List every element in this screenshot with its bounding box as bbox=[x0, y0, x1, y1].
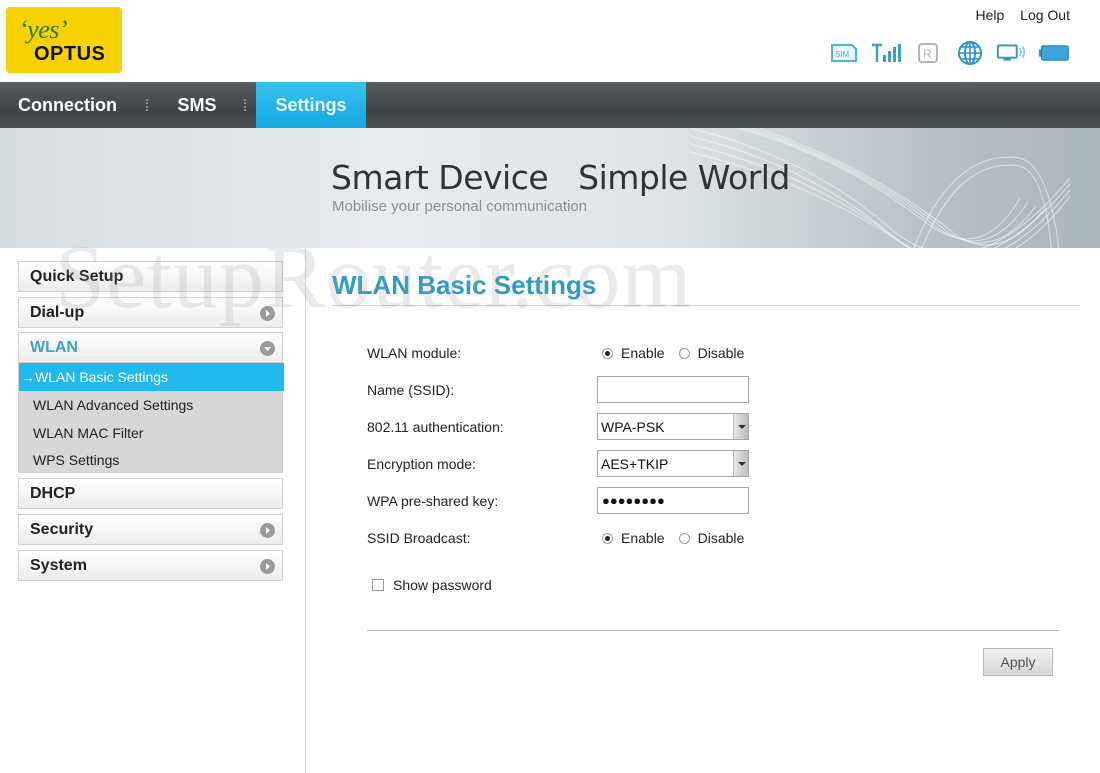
svg-text:SIM: SIM bbox=[835, 50, 850, 59]
banner-headline: Smart Device Simple World bbox=[331, 158, 790, 197]
radio-option-label: Enable bbox=[621, 530, 665, 546]
ssid-broadcast-label: SSID Broadcast: bbox=[367, 530, 471, 546]
sidebar-item-dial-up[interactable]: Dial-up bbox=[18, 297, 283, 328]
nav-separator bbox=[244, 99, 246, 111]
show-password-row: Show password bbox=[372, 577, 492, 593]
radio-option-label: Disable bbox=[697, 530, 745, 546]
battery-icon bbox=[1038, 40, 1070, 66]
roaming-icon: R bbox=[912, 40, 944, 66]
wlan-module-radio-group: Enable Disable bbox=[602, 345, 758, 361]
chevron-down-icon bbox=[260, 341, 275, 356]
status-icons: SIM R bbox=[828, 40, 1070, 66]
banner-tagline: Mobilise your personal communication bbox=[332, 198, 588, 215]
ssid-label: Name (SSID): bbox=[367, 382, 455, 398]
encryption-label: Encryption mode: bbox=[367, 456, 476, 472]
sidebar-item-label: Quick Setup bbox=[30, 268, 124, 285]
ssid-input[interactable] bbox=[597, 376, 749, 403]
sim-icon: SIM bbox=[828, 40, 860, 66]
internet-globe-icon bbox=[954, 40, 986, 66]
wlan-module-label: WLAN module: bbox=[367, 345, 462, 361]
wlan-submenu: →WLAN Basic Settings WLAN Advanced Setti… bbox=[18, 362, 284, 474]
title-divider bbox=[332, 305, 1080, 306]
chevron-right-icon bbox=[260, 306, 275, 321]
banner: Smart Device Simple World Mobilise your … bbox=[0, 128, 1100, 248]
tab-settings[interactable]: Settings bbox=[256, 82, 366, 128]
dropdown-arrow-icon bbox=[733, 414, 748, 439]
sidebar-item-label: DHCP bbox=[30, 485, 76, 502]
sidebar-item-dhcp[interactable]: DHCP bbox=[18, 478, 283, 509]
submenu-wlan-advanced-settings[interactable]: WLAN Advanced Settings bbox=[19, 391, 284, 419]
sidebar-item-wlan[interactable]: WLAN bbox=[18, 332, 283, 363]
radio-option-label: Disable bbox=[697, 345, 745, 361]
svg-text:R: R bbox=[923, 47, 932, 61]
wifi-device-icon bbox=[996, 40, 1028, 66]
wlan-module-enable-radio[interactable] bbox=[602, 347, 613, 359]
main-nav: Connection SMS Settings bbox=[0, 82, 1100, 128]
psk-label: WPA pre-shared key: bbox=[367, 493, 499, 509]
ssid-broadcast-disable-radio[interactable] bbox=[678, 532, 690, 544]
encryption-value: AES+TKIP bbox=[601, 456, 669, 472]
radio-option-label: Enable bbox=[621, 345, 665, 361]
header: ‘yes’ OPTUS Help Log Out SIM R bbox=[0, 0, 1100, 82]
show-password-label: Show password bbox=[393, 577, 492, 593]
authentication-value: WPA-PSK bbox=[601, 419, 665, 435]
optus-logo: ‘yes’ OPTUS bbox=[6, 7, 122, 73]
sidebar-item-quick-setup[interactable]: Quick Setup bbox=[18, 261, 283, 292]
psk-input[interactable]: ●●●●●●●● bbox=[597, 487, 749, 514]
signal-strength-icon bbox=[870, 40, 902, 66]
logo-optus-text: OPTUS bbox=[34, 43, 106, 65]
help-link[interactable]: Help bbox=[975, 7, 1004, 23]
ssid-broadcast-enable-radio[interactable] bbox=[602, 532, 613, 544]
form-divider bbox=[367, 630, 1059, 631]
sidebar-item-label: Dial-up bbox=[30, 304, 85, 321]
show-password-checkbox[interactable] bbox=[372, 579, 384, 591]
apply-button[interactable]: Apply bbox=[983, 648, 1053, 676]
nav-separator bbox=[146, 99, 148, 111]
page-title: WLAN Basic Settings bbox=[332, 270, 597, 300]
logout-link[interactable]: Log Out bbox=[1020, 7, 1070, 23]
chevron-right-icon bbox=[260, 523, 275, 538]
sidebar-item-system[interactable]: System bbox=[18, 550, 283, 581]
authentication-select[interactable]: WPA-PSK bbox=[597, 413, 749, 440]
logo-yes-text: ‘yes’ bbox=[19, 15, 68, 44]
sidebar-item-security[interactable]: Security bbox=[18, 514, 283, 545]
top-links: Help Log Out bbox=[963, 7, 1070, 23]
submenu-wlan-basic-settings[interactable]: →WLAN Basic Settings bbox=[19, 363, 284, 391]
tab-sms[interactable]: SMS bbox=[158, 82, 236, 128]
wlan-module-disable-radio[interactable] bbox=[678, 347, 690, 359]
authentication-label: 802.11 authentication: bbox=[367, 419, 504, 435]
submenu-wlan-mac-filter[interactable]: WLAN MAC Filter bbox=[19, 419, 284, 447]
submenu-wps-settings[interactable]: WPS Settings bbox=[19, 446, 284, 474]
sidebar-item-label: WLAN bbox=[30, 339, 78, 356]
encryption-select[interactable]: AES+TKIP bbox=[597, 450, 749, 477]
sidebar-item-label: Security bbox=[30, 521, 94, 538]
ssid-broadcast-radio-group: Enable Disable bbox=[602, 530, 758, 546]
sidebar-item-label: System bbox=[30, 557, 87, 574]
chevron-right-icon bbox=[260, 559, 275, 574]
tab-connection[interactable]: Connection bbox=[0, 82, 135, 128]
dropdown-arrow-icon bbox=[733, 451, 748, 476]
